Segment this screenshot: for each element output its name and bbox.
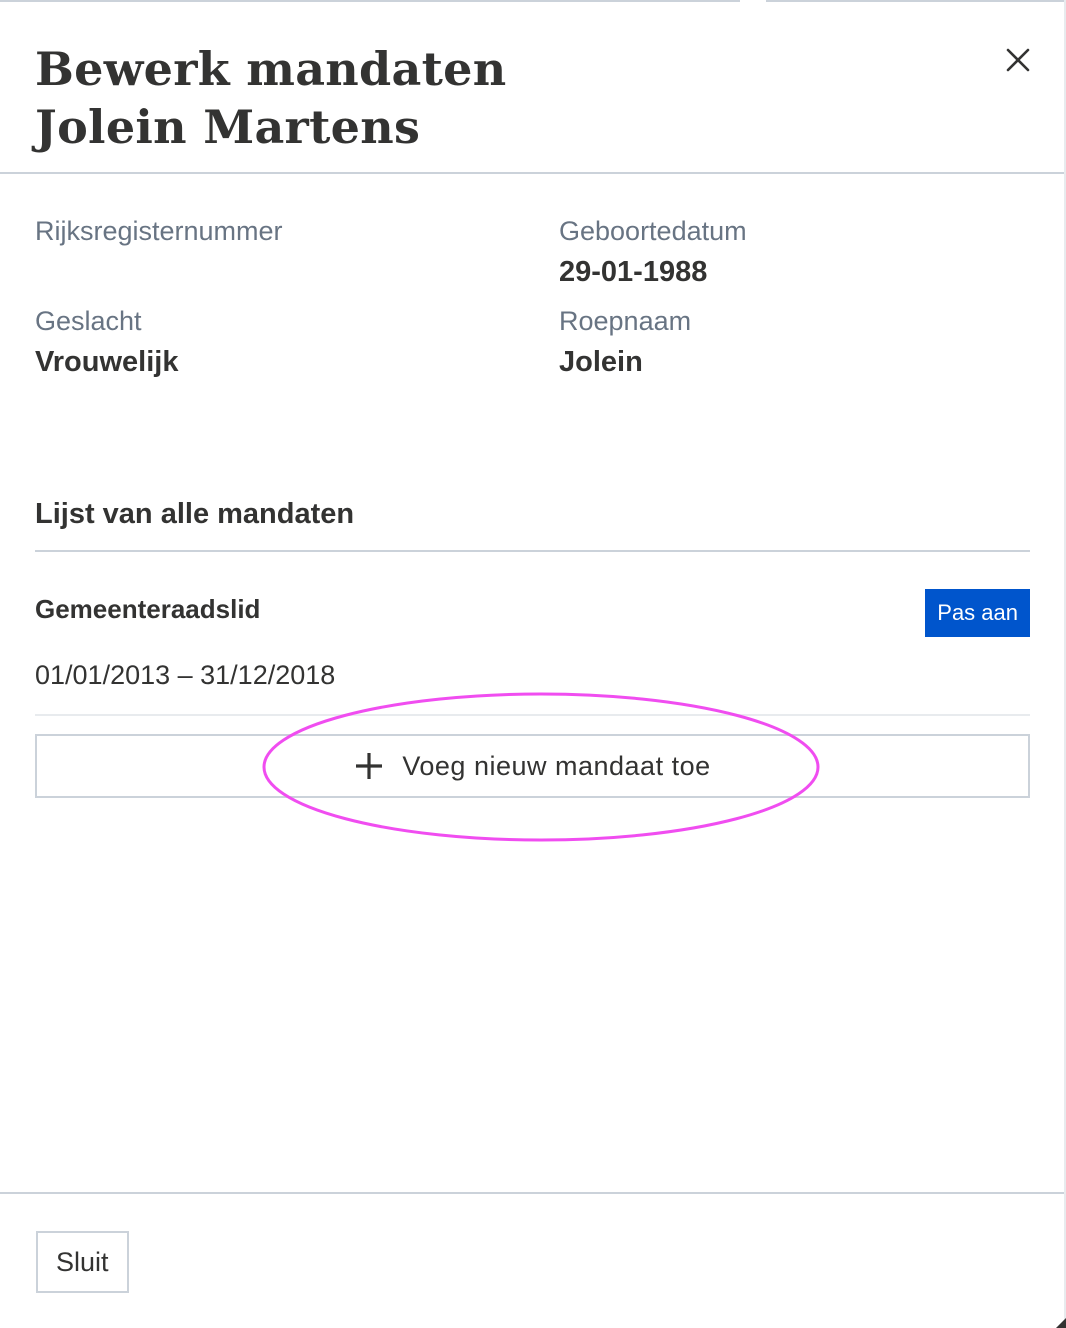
birthdate-label: Geboortedatum — [559, 216, 747, 246]
page-title: Bewerk mandaten Jolein Martens — [35, 40, 507, 156]
add-mandate-button[interactable]: Voeg nieuw mandaat toe — [35, 734, 1030, 798]
edit-mandates-panel: Bewerk mandaten Jolein Martens Rijksregi… — [0, 0, 1066, 1328]
panel-header: Bewerk mandaten Jolein Martens — [0, 0, 1066, 174]
edit-mandate-button[interactable]: Pas aan — [925, 589, 1030, 637]
gender-value: Vrouwelijk — [35, 346, 179, 378]
nickname-value: Jolein — [559, 346, 643, 378]
close-button[interactable] — [996, 38, 1040, 82]
title-line-2: Jolein Martens — [35, 100, 421, 154]
nickname-label: Roepnaam — [559, 306, 692, 336]
mandate-item: Gemeenteraadslid Pas aan 01/01/2013 – 31… — [35, 584, 1030, 716]
plus-icon — [356, 753, 383, 779]
mandate-name: Gemeenteraadslid — [35, 594, 261, 624]
close-icon — [1006, 48, 1030, 72]
resize-corner — [1056, 1318, 1066, 1328]
birthdate-field: Geboortedatum 29-01-1988 — [559, 214, 1039, 290]
close-panel-button[interactable]: Sluit — [36, 1231, 129, 1293]
panel-footer: Sluit — [0, 1192, 1066, 1328]
add-mandate-label: Voeg nieuw mandaat toe — [402, 750, 711, 781]
mandates-section-title: Lijst van alle mandaten — [35, 494, 1030, 552]
rrn-field: Rijksregisternummer — [35, 214, 515, 254]
gender-field: Geslacht Vrouwelijk — [35, 304, 515, 380]
rrn-label: Rijksregisternummer — [35, 216, 283, 246]
nickname-field: Roepnaam Jolein — [559, 304, 1039, 380]
birthdate-value: 29-01-1988 — [559, 256, 708, 288]
mandate-period: 01/01/2013 – 31/12/2018 — [35, 660, 336, 690]
title-line-1: Bewerk mandaten — [35, 42, 507, 96]
gender-label: Geslacht — [35, 306, 142, 336]
